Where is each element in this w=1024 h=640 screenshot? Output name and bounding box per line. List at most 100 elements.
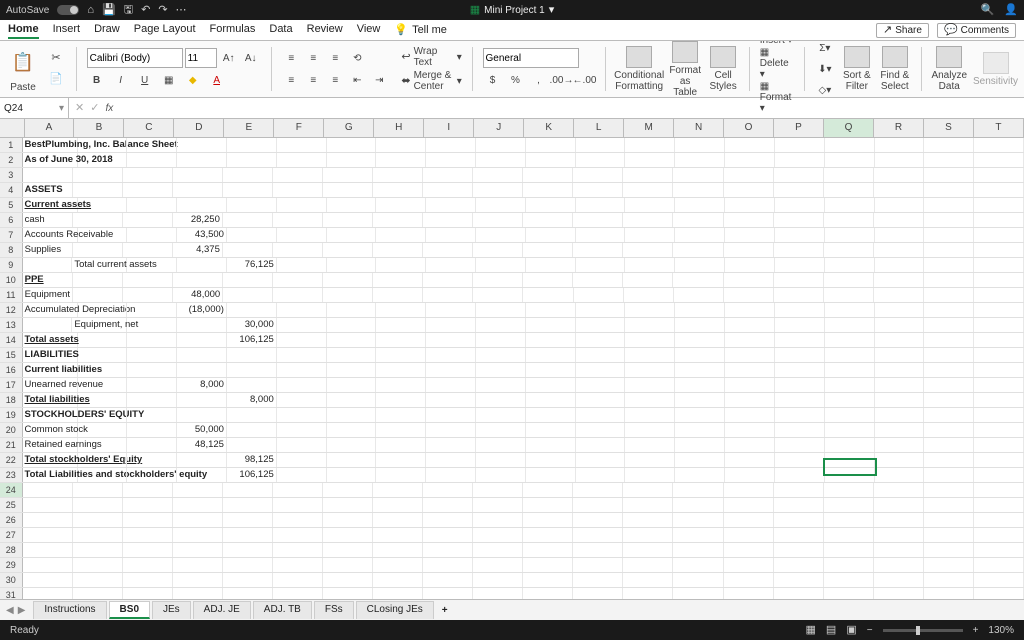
cell-D25[interactable]	[173, 498, 223, 512]
align-bot-icon[interactable]: ≡	[325, 48, 345, 68]
cell-O28[interactable]	[724, 543, 774, 557]
cell-H6[interactable]	[373, 213, 423, 227]
menu-tab-page-layout[interactable]: Page Layout	[134, 21, 196, 39]
cell-K29[interactable]	[523, 558, 573, 572]
cell-Q4[interactable]	[824, 183, 874, 197]
cell-T18[interactable]	[974, 393, 1024, 407]
cell-T15[interactable]	[974, 348, 1024, 362]
cell-K21[interactable]	[526, 438, 576, 452]
cell-D8[interactable]: 4,375	[173, 243, 223, 257]
cell-I2[interactable]	[426, 153, 476, 167]
cell-T11[interactable]	[974, 288, 1024, 302]
cell-M25[interactable]	[623, 498, 673, 512]
cell-D12[interactable]: (18,000)	[177, 303, 227, 317]
cell-L28[interactable]	[573, 543, 623, 557]
cell-J20[interactable]	[476, 423, 526, 437]
cell-F8[interactable]	[273, 243, 323, 257]
row-header-13[interactable]: 13	[0, 318, 23, 332]
cell-L11[interactable]	[574, 288, 624, 302]
cell-K10[interactable]	[523, 273, 573, 287]
cell-I12[interactable]	[426, 303, 476, 317]
cell-D20[interactable]: 50,000	[177, 423, 227, 437]
cell-C19[interactable]	[127, 408, 177, 422]
menu-tab-formulas[interactable]: Formulas	[210, 21, 256, 39]
cell-E31[interactable]	[223, 588, 273, 599]
cell-H16[interactable]	[376, 363, 426, 377]
cell-R15[interactable]	[875, 348, 925, 362]
cell-E26[interactable]	[223, 513, 273, 527]
cell-I19[interactable]	[426, 408, 476, 422]
col-header-H[interactable]: H	[374, 119, 424, 137]
cell-K18[interactable]	[526, 393, 576, 407]
row-header-7[interactable]: 7	[0, 228, 23, 242]
cell-B14[interactable]	[78, 333, 128, 347]
currency-icon[interactable]: $	[483, 70, 503, 90]
cell-E25[interactable]	[223, 498, 273, 512]
cell-E10[interactable]	[223, 273, 273, 287]
cell-M19[interactable]	[625, 408, 675, 422]
cell-S15[interactable]	[924, 348, 974, 362]
cell-T24[interactable]	[974, 483, 1024, 497]
cell-M27[interactable]	[623, 528, 673, 542]
cell-F17[interactable]	[277, 378, 327, 392]
cell-Q11[interactable]	[824, 288, 874, 302]
cell-N27[interactable]	[673, 528, 723, 542]
cell-E17[interactable]	[227, 378, 277, 392]
col-header-C[interactable]: C	[124, 119, 174, 137]
cell-S24[interactable]	[924, 483, 974, 497]
cell-D24[interactable]	[173, 483, 223, 497]
cell-K23[interactable]	[526, 468, 576, 482]
cell-A3[interactable]	[23, 168, 73, 182]
cell-D1[interactable]	[177, 138, 227, 152]
cell-K22[interactable]	[526, 453, 576, 467]
cell-F27[interactable]	[273, 528, 323, 542]
cell-C31[interactable]	[123, 588, 173, 599]
cell-T27[interactable]	[974, 528, 1024, 542]
cell-C29[interactable]	[123, 558, 173, 572]
cell-O17[interactable]	[725, 378, 775, 392]
cell-B21[interactable]	[78, 438, 128, 452]
align-mid-icon[interactable]: ≡	[303, 48, 323, 68]
cell-M30[interactable]	[623, 573, 673, 587]
sheet-tab-adj-je[interactable]: ADJ. JE	[193, 601, 251, 619]
cell-E6[interactable]	[223, 213, 273, 227]
cell-N1[interactable]	[675, 138, 725, 152]
cell-L26[interactable]	[573, 513, 623, 527]
cell-A29[interactable]	[23, 558, 73, 572]
save-icon[interactable]: 💾	[102, 5, 116, 16]
cell-D30[interactable]	[173, 573, 223, 587]
cell-I17[interactable]	[426, 378, 476, 392]
menu-tab-insert[interactable]: Insert	[53, 21, 81, 39]
cell-K31[interactable]	[523, 588, 573, 599]
indent-inc-icon[interactable]: ⇥	[369, 70, 389, 90]
cell-L6[interactable]	[573, 213, 623, 227]
cell-B23[interactable]	[78, 468, 128, 482]
cell-C12[interactable]	[127, 303, 177, 317]
format-table-button[interactable]: Format as Table	[669, 41, 701, 98]
cell-O30[interactable]	[724, 573, 774, 587]
decimal-dec-icon[interactable]: ←.00	[575, 70, 595, 90]
cell-E2[interactable]	[227, 153, 277, 167]
row-header-24[interactable]: 24	[0, 483, 23, 497]
cell-Q16[interactable]	[825, 363, 875, 377]
cell-O23[interactable]	[725, 468, 775, 482]
cell-A14[interactable]: Total assets	[23, 333, 78, 347]
cell-Q17[interactable]	[825, 378, 875, 392]
cell-N10[interactable]	[673, 273, 723, 287]
cell-O4[interactable]	[724, 183, 774, 197]
cell-B24[interactable]	[73, 483, 123, 497]
cell-M15[interactable]	[625, 348, 675, 362]
cell-T17[interactable]	[974, 378, 1024, 392]
cell-G23[interactable]	[327, 468, 377, 482]
cell-P9[interactable]	[775, 258, 825, 272]
cell-K16[interactable]	[526, 363, 576, 377]
row-header-30[interactable]: 30	[0, 573, 23, 587]
col-header-O[interactable]: O	[724, 119, 774, 137]
cell-N9[interactable]	[675, 258, 725, 272]
cell-H5[interactable]	[376, 198, 426, 212]
cell-C28[interactable]	[123, 543, 173, 557]
row-header-31[interactable]: 31	[0, 588, 23, 599]
cell-F30[interactable]	[273, 573, 323, 587]
cell-T12[interactable]	[974, 303, 1024, 317]
cell-L10[interactable]	[573, 273, 623, 287]
